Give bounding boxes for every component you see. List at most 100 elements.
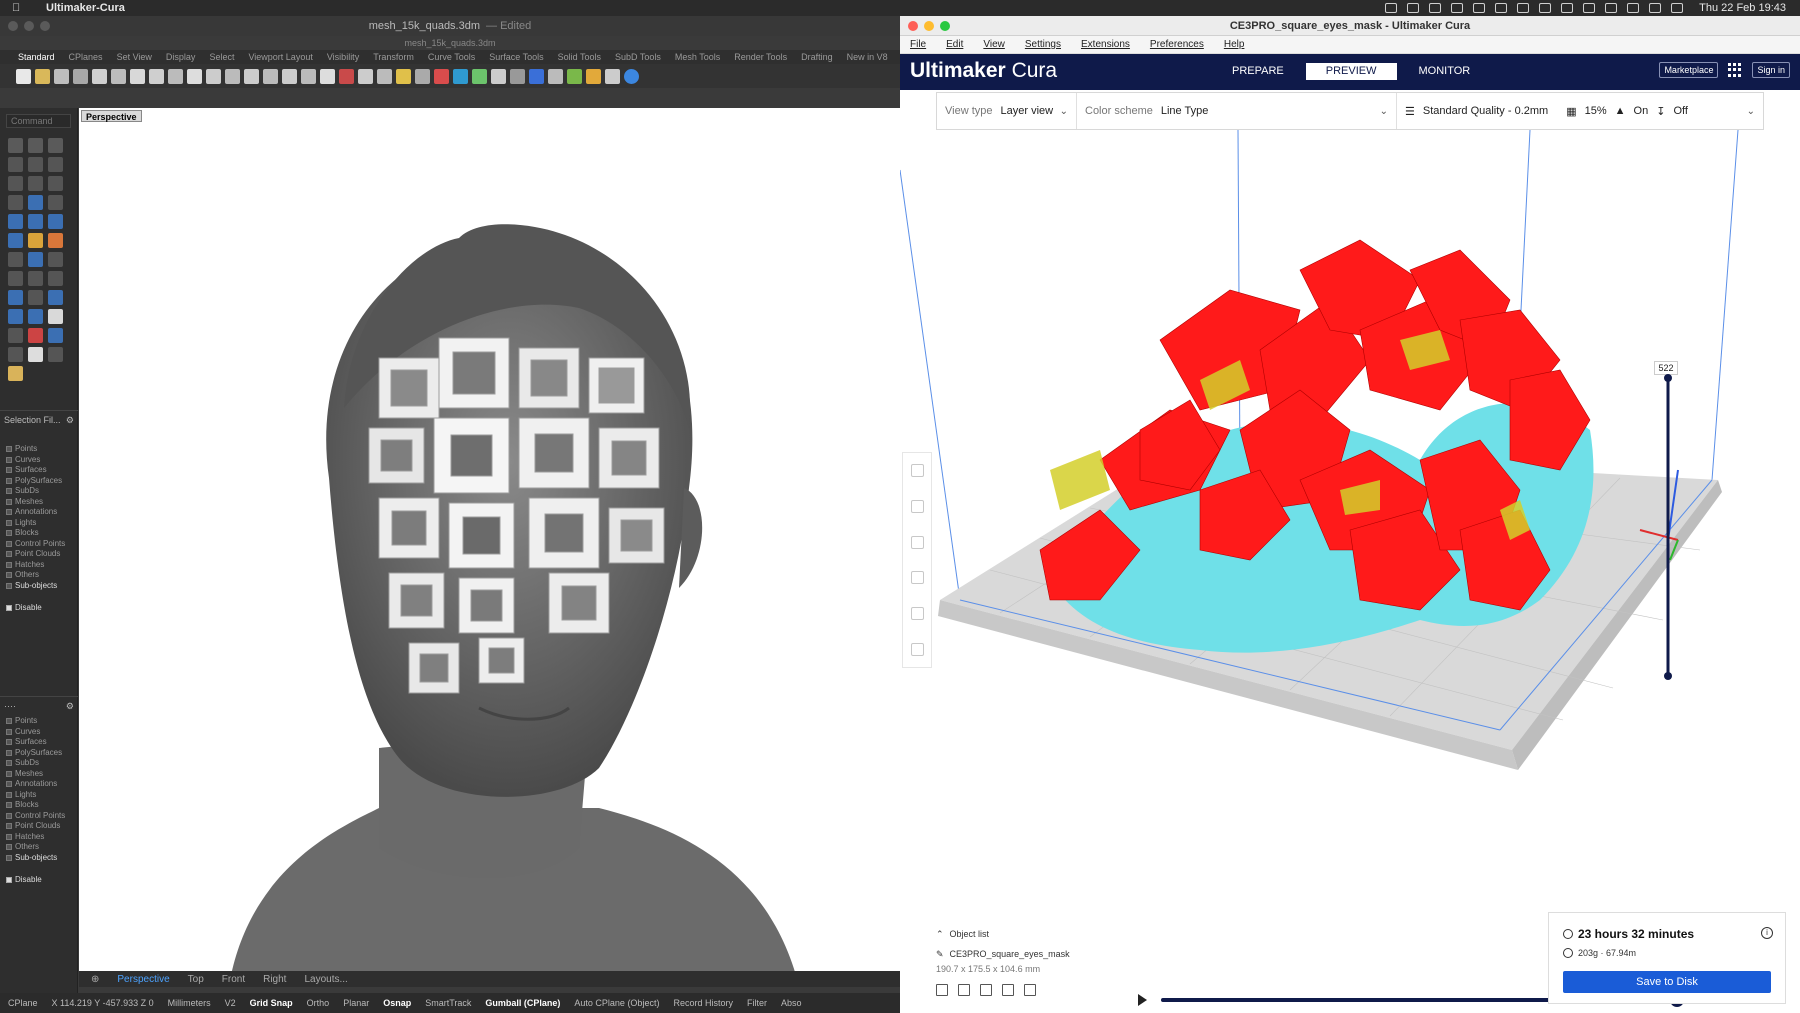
play-icon[interactable]	[1517, 3, 1530, 13]
menu-settings[interactable]: Settings	[1025, 39, 1061, 50]
filter-item[interactable]: Curves	[0, 727, 78, 738]
tab-viewport-layout[interactable]: Viewport Layout	[248, 52, 312, 62]
apps-grid-icon[interactable]	[1728, 63, 1742, 77]
save-to-disk-button[interactable]: Save to Disk	[1563, 971, 1771, 993]
gear-icon[interactable]: ⚙	[66, 415, 74, 426]
new-file-icon[interactable]	[16, 68, 31, 84]
tab-preview[interactable]: PREVIEW	[1305, 63, 1397, 80]
tab-set-view[interactable]: Set View	[117, 52, 152, 62]
curve-icon[interactable]	[8, 157, 23, 172]
analyze-icon[interactable]	[28, 328, 43, 343]
arc-icon[interactable]	[48, 157, 63, 172]
rotate-view-icon[interactable]	[206, 68, 221, 84]
select-icon[interactable]	[8, 138, 23, 153]
filter-item[interactable]: Lights	[0, 790, 78, 801]
perspective-viewport[interactable]: Perspective	[79, 108, 900, 986]
tab-perspective[interactable]: Perspective	[117, 974, 169, 985]
osnap-toggle[interactable]: Osnap	[383, 998, 411, 1008]
pan-icon[interactable]	[187, 68, 202, 84]
scale-icon[interactable]	[910, 499, 924, 513]
auto-cplane-toggle[interactable]: Auto CPlane (Object)	[574, 998, 659, 1008]
menu-file[interactable]: File	[910, 39, 926, 50]
cage-icon[interactable]	[8, 347, 23, 362]
sun-icon[interactable]	[586, 68, 601, 84]
gift-icon[interactable]	[1495, 3, 1508, 13]
help-icon[interactable]	[624, 68, 639, 84]
print-icon[interactable]	[73, 68, 88, 84]
surface-icon[interactable]	[8, 214, 23, 229]
screen-icon[interactable]	[1451, 3, 1464, 13]
disable-toggle[interactable]: Disable	[0, 875, 78, 884]
tab-surface-tools[interactable]: Surface Tools	[489, 52, 543, 62]
move-icon[interactable]	[910, 464, 924, 478]
sphere-icon[interactable]	[48, 252, 63, 267]
filter-item[interactable]: Meshes	[0, 769, 78, 780]
tab-front[interactable]: Front	[222, 974, 245, 985]
clock[interactable]: Thu 22 Feb 19:43	[1699, 2, 1786, 14]
filter-item[interactable]: Others	[0, 842, 78, 853]
close-button[interactable]	[908, 21, 918, 31]
display-mode-icon[interactable]	[548, 68, 563, 84]
viewport-layout-icon[interactable]	[320, 68, 335, 84]
tab-solid-tools[interactable]: Solid Tools	[558, 52, 601, 62]
zoom-icon[interactable]	[225, 68, 240, 84]
filter-item[interactable]: Others	[0, 570, 78, 581]
open-file-icon[interactable]	[35, 68, 50, 84]
undo-icon[interactable]	[168, 68, 183, 84]
tab-visibility[interactable]: Visibility	[327, 52, 359, 62]
filter-item[interactable]: Point Clouds	[0, 549, 78, 560]
paint-icon[interactable]	[8, 366, 23, 381]
viewport-label[interactable]: Perspective	[81, 110, 142, 122]
osnap-icon[interactable]	[377, 68, 392, 84]
polyline-icon[interactable]	[48, 138, 63, 153]
tab-render-tools[interactable]: Render Tools	[734, 52, 787, 62]
layer-indicator[interactable]: V2	[225, 998, 236, 1008]
menu-extensions[interactable]: Extensions	[1081, 39, 1130, 50]
minimize-button[interactable]	[24, 21, 34, 31]
sign-in-button[interactable]: Sign in	[1752, 62, 1790, 78]
flow-icon[interactable]	[48, 328, 63, 343]
tab-monitor[interactable]: MONITOR	[1407, 63, 1483, 80]
3d-view-icon[interactable]	[936, 984, 948, 996]
paste-icon[interactable]	[130, 68, 145, 84]
render-icon[interactable]	[491, 68, 506, 84]
mirror-icon[interactable]	[910, 571, 924, 585]
save-icon[interactable]	[54, 68, 69, 84]
environment-icon[interactable]	[567, 68, 582, 84]
subd-icon[interactable]	[28, 252, 43, 267]
active-app-name[interactable]: Ultimaker-Cura	[46, 2, 125, 14]
boolean-icon[interactable]	[48, 233, 63, 248]
filter-item[interactable]: Blocks	[0, 528, 78, 539]
ellipse-icon[interactable]	[48, 176, 63, 191]
add-viewport-icon[interactable]: ⊕	[91, 974, 99, 985]
tab-cplanes[interactable]: CPlanes	[69, 52, 103, 62]
support-blocker-icon[interactable]	[910, 642, 924, 656]
gear-icon[interactable]: ⚙	[66, 701, 74, 712]
filter-item[interactable]: PolySurfaces	[0, 476, 78, 487]
gear-icon[interactable]	[1385, 3, 1398, 13]
edit-icon[interactable]	[48, 347, 63, 362]
tab-subd-tools[interactable]: SubD Tools	[615, 52, 661, 62]
filter-item[interactable]: SubDs	[0, 758, 78, 769]
filter-item[interactable]: Points	[0, 716, 78, 727]
filter-item[interactable]: Hatches	[0, 560, 78, 571]
tab-top[interactable]: Top	[188, 974, 204, 985]
filter-item[interactable]: PolySurfaces	[0, 748, 78, 759]
object-name-row[interactable]: ✎ CE3PRO_square_eyes_mask	[936, 944, 1236, 964]
close-button[interactable]	[8, 21, 18, 31]
layer-icon[interactable]	[434, 68, 449, 84]
filter-item-sub-objects[interactable]: Sub-objects	[0, 853, 78, 864]
copy-tool-icon[interactable]	[28, 271, 43, 286]
mesh-icon[interactable]	[8, 252, 23, 267]
group-icon[interactable]	[8, 328, 23, 343]
cplane-icon[interactable]	[339, 68, 354, 84]
array-icon[interactable]	[8, 309, 23, 324]
display-icon[interactable]	[1539, 3, 1552, 13]
menu-edit[interactable]: Edit	[946, 39, 963, 50]
polygon-icon[interactable]	[28, 176, 43, 191]
sweep-icon[interactable]	[48, 214, 63, 229]
right-view-icon[interactable]	[1024, 984, 1036, 996]
offset-icon[interactable]	[28, 195, 43, 210]
transform-icon[interactable]	[48, 290, 63, 305]
per-model-settings-icon[interactable]	[910, 606, 924, 620]
